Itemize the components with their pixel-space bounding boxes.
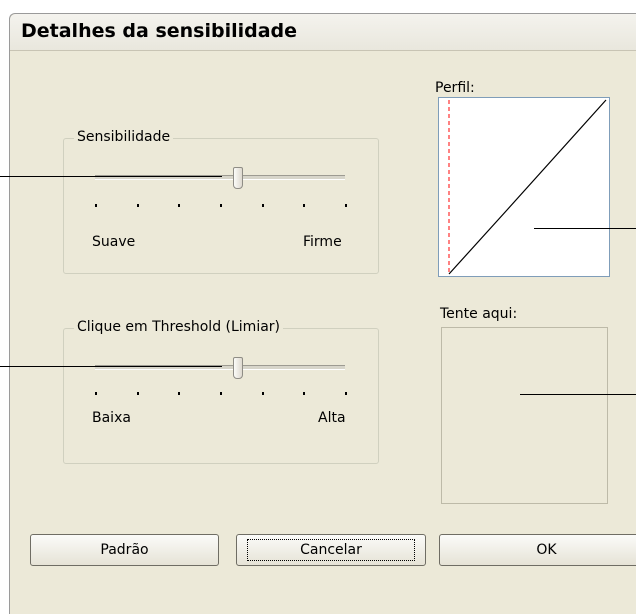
profile-label: Perfil: (435, 80, 475, 96)
cancel-button-label: Cancelar (247, 539, 415, 561)
sensitivity-legend: Sensibilidade (74, 129, 174, 145)
callout-line-threshold (0, 366, 222, 367)
default-button[interactable]: Padrão (30, 534, 219, 566)
sensitivity-min-label: Suave (92, 234, 136, 250)
default-button-label: Padrão (100, 542, 149, 558)
slider-tick (345, 204, 347, 207)
slider-tick (178, 392, 181, 395)
title-bar: Detalhes da sensibilidade (10, 14, 636, 51)
slider-tick (136, 392, 139, 395)
callout-line-sensitivity (0, 176, 222, 177)
slider-tick (261, 204, 264, 207)
sensitivity-group: Sensibilidade Suave Firme (63, 129, 379, 274)
ok-button[interactable]: OK (439, 534, 636, 566)
slider-tick (95, 392, 97, 395)
slider-tick (178, 204, 181, 207)
profile-curve (448, 99, 607, 275)
callout-line-try-area (520, 394, 636, 395)
slider-tick (220, 392, 222, 395)
sensitivity-slider-thumb[interactable] (232, 167, 243, 189)
try-area-label: Tente aqui: (440, 306, 518, 322)
try-area-box[interactable] (441, 327, 608, 504)
slider-tick (261, 392, 264, 395)
threshold-legend: Clique em Threshold (Limiar) (74, 319, 283, 335)
slider-tick (303, 204, 306, 207)
sensitivity-details-dialog: Detalhes da sensibilidade Sensibilidade … (9, 13, 636, 614)
threshold-group: Clique em Threshold (Limiar) Baixa Alta (63, 319, 379, 464)
profile-curve-chart (448, 99, 607, 275)
slider-tick (345, 392, 347, 395)
cancel-button[interactable]: Cancelar (236, 534, 426, 566)
callout-line-profile (534, 228, 636, 229)
slider-tick (220, 204, 222, 207)
threshold-slider-thumb[interactable] (232, 357, 243, 379)
threshold-max-label: Alta (318, 410, 346, 426)
sensitivity-max-label: Firme (303, 234, 342, 250)
profile-graph (438, 97, 610, 277)
slider-tick (95, 204, 97, 207)
threshold-min-label: Baixa (92, 410, 131, 426)
slider-tick (303, 392, 306, 395)
ok-button-label: OK (536, 542, 557, 558)
dialog-title: Detalhes da sensibilidade (21, 20, 298, 42)
slider-tick (136, 204, 139, 207)
